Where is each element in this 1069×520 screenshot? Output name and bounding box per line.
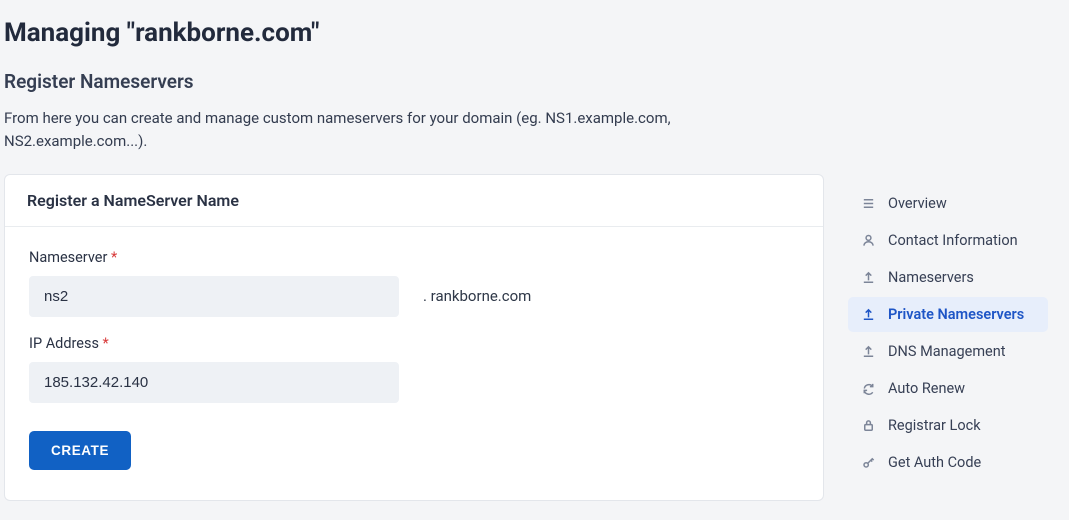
ip-label: IP Address * bbox=[29, 335, 799, 352]
required-marker: * bbox=[103, 335, 109, 352]
user-icon bbox=[860, 232, 876, 248]
card-header: Register a NameServer Name bbox=[5, 175, 823, 227]
upload-icon bbox=[860, 306, 876, 322]
key-icon bbox=[860, 454, 876, 470]
section-description: From here you can create and manage cust… bbox=[0, 93, 720, 154]
refresh-icon bbox=[860, 380, 876, 396]
sidebar-item-label: Overview bbox=[888, 195, 947, 212]
sidebar-item-label: Registrar Lock bbox=[888, 417, 981, 434]
nameserver-input[interactable] bbox=[29, 276, 399, 317]
sidebar-item-contact-information[interactable]: Contact Information bbox=[848, 223, 1048, 258]
register-nameserver-card: Register a NameServer Name Nameserver * … bbox=[4, 174, 824, 501]
nameserver-suffix: . rankborne.com bbox=[423, 287, 531, 305]
ip-input[interactable] bbox=[29, 362, 399, 403]
upload-icon bbox=[860, 269, 876, 285]
sidebar-item-label: Auto Renew bbox=[888, 380, 965, 397]
sidebar-item-nameservers[interactable]: Nameservers bbox=[848, 260, 1048, 295]
section-title: Register Nameservers bbox=[0, 48, 1069, 93]
sidebar-item-label: DNS Management bbox=[888, 343, 1006, 360]
required-marker: * bbox=[111, 249, 117, 266]
sidebar-item-label: Contact Information bbox=[888, 232, 1018, 249]
page-title: Managing "rankborne.com" bbox=[0, 0, 1069, 48]
create-button[interactable]: CREATE bbox=[29, 431, 131, 470]
sidebar-item-private-nameservers[interactable]: Private Nameservers bbox=[848, 297, 1048, 332]
sidebar-item-auto-renew[interactable]: Auto Renew bbox=[848, 371, 1048, 406]
sidebar-item-label: Nameservers bbox=[888, 269, 974, 286]
sidebar-item-label: Get Auth Code bbox=[888, 454, 981, 471]
sidebar-item-label: Private Nameservers bbox=[888, 306, 1024, 323]
sidebar-nav: Overview Contact Information Nameservers… bbox=[848, 174, 1048, 482]
lock-icon bbox=[860, 417, 876, 433]
sidebar-item-overview[interactable]: Overview bbox=[848, 186, 1048, 221]
sidebar-item-registrar-lock[interactable]: Registrar Lock bbox=[848, 408, 1048, 443]
list-icon bbox=[860, 195, 876, 211]
sidebar-item-dns-management[interactable]: DNS Management bbox=[848, 334, 1048, 369]
upload-icon bbox=[860, 343, 876, 359]
nameserver-label: Nameserver * bbox=[29, 249, 799, 266]
sidebar-item-get-auth-code[interactable]: Get Auth Code bbox=[848, 445, 1048, 480]
